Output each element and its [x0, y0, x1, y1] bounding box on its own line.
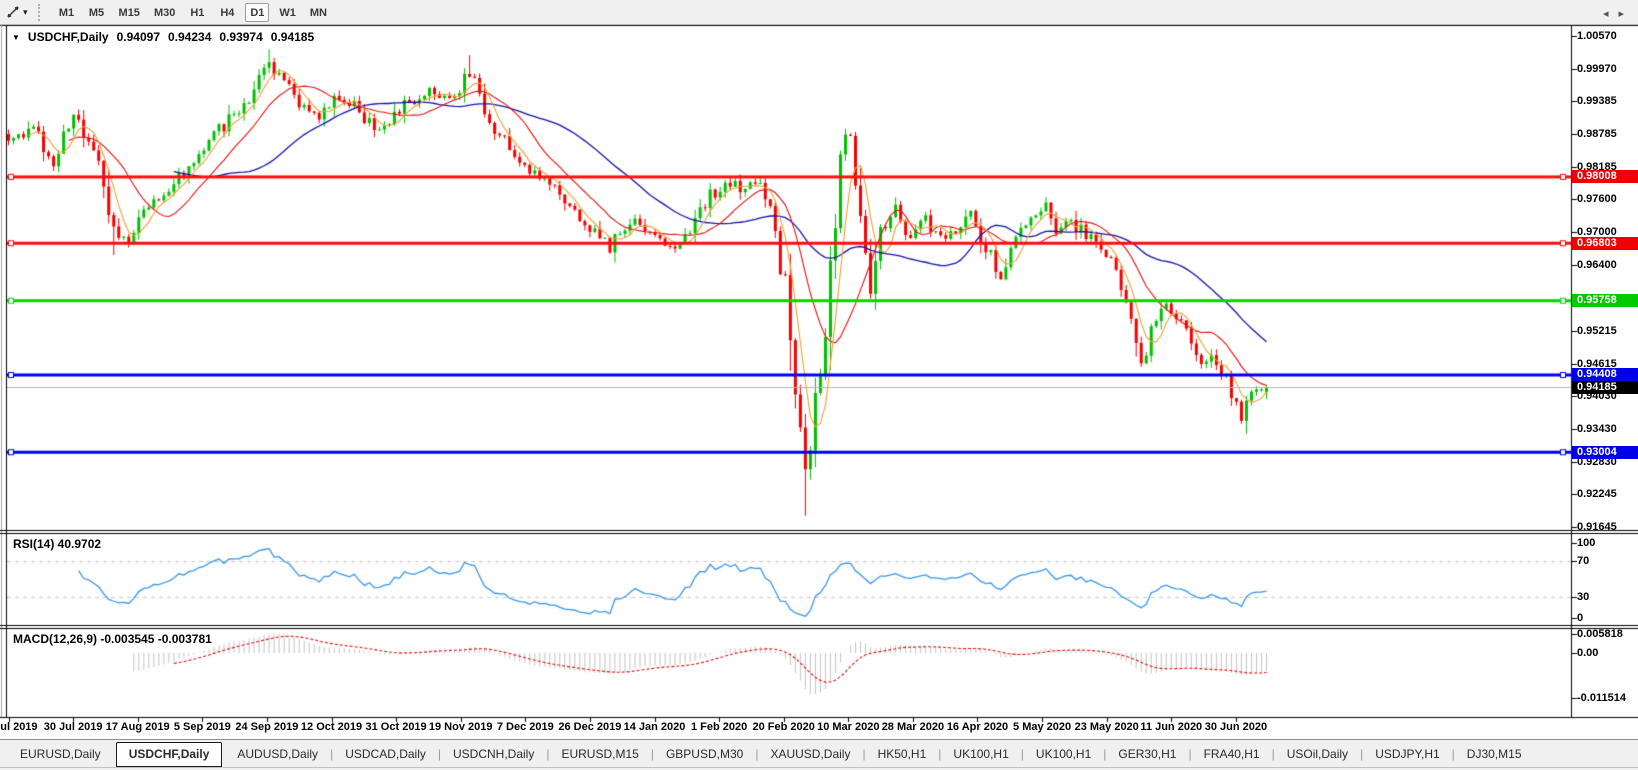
cursor-tool-icon[interactable]: [4, 4, 22, 20]
price-axis-label: 0.99970: [1577, 63, 1617, 75]
timeframe-button-h4[interactable]: H4: [215, 3, 239, 22]
trading-platform-window: ▾ M1 M5 M15 M30 H1 H4 D1 W1 MN ▼ USDCHF,Daily 0.…: [0, 0, 1638, 770]
macd-indicator-label: MACD(12,26,9) -0.003545 -0.003781: [13, 632, 212, 646]
rsi-axis-label: 30: [1577, 591, 1590, 604]
price-axis-label: 1.00570: [1577, 30, 1617, 42]
rsi-indicator-label: RSI(14) 40.9702: [13, 537, 102, 551]
tab-ger30-h1[interactable]: GER30,H1: [1106, 741, 1188, 767]
price-axis-label: 0.98785: [1577, 128, 1617, 141]
tab-eurusd-daily[interactable]: EURUSD,Daily: [8, 741, 113, 767]
chart-tabs: EURUSD,Daily USDCHF,Daily AUDUSD,Daily | USD…: [8, 740, 1534, 767]
tab-uk100-h1[interactable]: UK100,H1: [1024, 741, 1103, 767]
rsi-axis-label: 100: [1577, 537, 1596, 549]
price-axis-label: 0.96400: [1577, 259, 1617, 272]
bid-price-badge: 0.94185: [1572, 380, 1638, 394]
price-level-badge: 0.98008: [1572, 170, 1638, 184]
tab-hk50-h1[interactable]: HK50,H1: [866, 741, 939, 767]
tab-usdcad-daily[interactable]: USDCAD,Daily: [333, 741, 438, 767]
chart-canvas[interactable]: [0, 0, 1638, 770]
price-level-badge: 0.94408: [1572, 368, 1638, 382]
chart-title: ▼ USDCHF,Daily 0.94097 0.94234 0.93974 0…: [12, 30, 314, 44]
tab-usdjpy-h1[interactable]: USDJPY,H1: [1363, 741, 1451, 767]
macd-axis-label: 0.005818: [1577, 628, 1623, 640]
tab-scroll-controls: ◂ ▸: [1603, 7, 1624, 20]
timeframe-button-m1[interactable]: M1: [55, 3, 79, 22]
price-axis-label: 0.99385: [1577, 95, 1617, 108]
chart-tab-bar: EURUSD,Daily USDCHF,Daily AUDUSD,Daily | USD…: [0, 739, 1638, 767]
tab-eurusd-m15[interactable]: EURUSD,M15: [549, 741, 650, 767]
timeframe-buttons: M1 M5 M15 M30 H1 H4 D1 W1 MN: [52, 2, 334, 22]
tab-uk100-h1[interactable]: UK100,H1: [941, 741, 1020, 767]
macd-axis-label: -0.011514: [1577, 691, 1626, 704]
tab-dj30-m15[interactable]: DJ30,M15: [1455, 741, 1534, 767]
ohlc-close: 0.94185: [270, 30, 315, 44]
chevron-down-icon[interactable]: ▾: [23, 7, 28, 18]
rsi-axis-label: 0: [1577, 612, 1584, 624]
timeframe-button-m5[interactable]: M5: [85, 3, 109, 22]
timeframe-toolbar: ▾ M1 M5 M15 M30 H1 H4 D1 W1 MN: [0, 0, 1638, 25]
price-axis-label: 0.97600: [1577, 193, 1617, 206]
price-level-badge: 0.93004: [1572, 445, 1638, 459]
tab-xauusd-daily[interactable]: XAUUSD,Daily: [758, 741, 862, 767]
ohlc-open: 0.94097: [116, 30, 160, 44]
tab-scroll-right-button[interactable]: ▸: [1618, 7, 1624, 20]
price-axis-label: 0.95215: [1577, 324, 1617, 337]
timeframe-button-mn[interactable]: MN: [306, 3, 331, 22]
ohlc-low: 0.93974: [219, 30, 263, 44]
price-axis-label: 0.92245: [1577, 487, 1617, 500]
tab-gbpusd-m30[interactable]: GBPUSD,M30: [654, 741, 755, 767]
price-axis-label: 0.93430: [1577, 422, 1617, 435]
price-level-badge: 0.96803: [1572, 236, 1638, 250]
timeframe-button-m30[interactable]: M30: [150, 3, 179, 22]
collapse-icon[interactable]: ▼: [12, 33, 20, 42]
timeframe-button-w1[interactable]: W1: [275, 3, 300, 22]
tab-usdcnh-daily[interactable]: USDCNH,Daily: [441, 741, 546, 767]
price-axis-label: 0.91645: [1577, 521, 1617, 533]
tab-scroll-left-button[interactable]: ◂: [1603, 7, 1609, 20]
tab-fra40-h1[interactable]: FRA40,H1: [1192, 741, 1272, 767]
timeframe-button-m15[interactable]: M15: [115, 3, 144, 22]
tab-audusd-daily[interactable]: AUDUSD,Daily: [225, 741, 330, 767]
timeframe-button-h1[interactable]: H1: [185, 3, 209, 22]
chart-symbol-period: USDCHF,Daily: [27, 30, 109, 44]
macd-axis-label: 0.00: [1577, 647, 1599, 659]
tab-usdchf-daily[interactable]: USDCHF,Daily: [115, 742, 223, 767]
tab-usoil-daily[interactable]: USOil,Daily: [1275, 741, 1360, 767]
toolbar-grip[interactable]: [37, 3, 42, 21]
ohlc-high: 0.94234: [168, 30, 212, 44]
price-level-badge: 0.95758: [1572, 294, 1638, 308]
rsi-axis-label: 70: [1577, 554, 1590, 567]
timeframe-button-d1[interactable]: D1: [245, 2, 270, 22]
date-axis-label: 30 Jun 2020: [1204, 721, 1268, 733]
